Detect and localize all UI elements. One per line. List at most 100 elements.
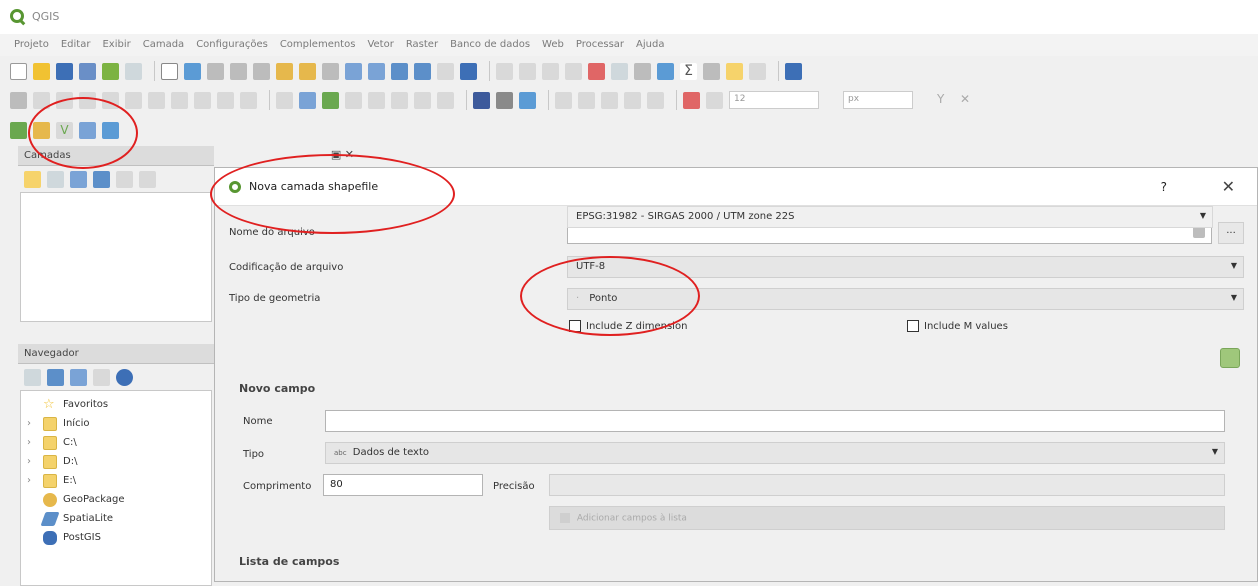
chevron-right-icon[interactable]: › bbox=[27, 475, 43, 486]
filter-icon[interactable]: Y bbox=[937, 91, 954, 109]
font-tool-icon[interactable] bbox=[706, 91, 723, 109]
menu-web[interactable]: Web bbox=[542, 34, 564, 56]
digitize-icon[interactable] bbox=[647, 91, 664, 109]
font-unit-select[interactable]: px bbox=[843, 91, 913, 109]
close-button[interactable]: ✕ bbox=[1222, 177, 1235, 196]
info-icon[interactable] bbox=[116, 368, 133, 386]
field-type-select[interactable]: abc Dados de texto ▼ bbox=[325, 442, 1225, 464]
add-selected-icon[interactable] bbox=[24, 368, 41, 386]
new-geopackage-icon[interactable] bbox=[33, 121, 50, 139]
field-name-input[interactable] bbox=[325, 410, 1225, 432]
label-move-icon[interactable] bbox=[345, 91, 362, 109]
save-as-icon[interactable] bbox=[79, 62, 96, 80]
label-change-icon[interactable] bbox=[391, 91, 408, 109]
browser-item-favoritos[interactable]: ☆ Favoritos bbox=[21, 395, 211, 414]
save-project-icon[interactable] bbox=[56, 62, 73, 80]
field-length-input[interactable]: 80 bbox=[323, 474, 483, 496]
chevron-right-icon[interactable]: › bbox=[27, 418, 43, 429]
deselect-icon[interactable] bbox=[565, 62, 582, 80]
select-value-icon[interactable] bbox=[542, 62, 559, 80]
filter-legend-icon[interactable] bbox=[93, 170, 110, 188]
close-icon[interactable]: ✕ bbox=[960, 91, 977, 109]
diagram-move-icon[interactable] bbox=[414, 91, 431, 109]
paste-features-icon[interactable] bbox=[194, 91, 211, 109]
measure-icon[interactable] bbox=[703, 62, 720, 80]
add-feature-icon[interactable] bbox=[79, 91, 96, 109]
python-console-icon[interactable] bbox=[785, 62, 802, 80]
cut-features-icon[interactable] bbox=[148, 91, 165, 109]
browser-item-postgis[interactable]: PostGIS bbox=[21, 528, 211, 547]
include-z-checkbox[interactable] bbox=[569, 320, 581, 332]
browser-item-geopackage[interactable]: GeoPackage bbox=[21, 490, 211, 509]
style-manager-icon[interactable] bbox=[683, 91, 700, 109]
layout-manager-icon[interactable] bbox=[125, 62, 142, 80]
new-bookmark-icon[interactable] bbox=[391, 62, 408, 80]
sigma-icon[interactable]: Σ bbox=[680, 62, 697, 80]
menu-raster[interactable]: Raster bbox=[406, 34, 438, 56]
menu-projeto[interactable]: Projeto bbox=[14, 34, 49, 56]
field-precision-input[interactable] bbox=[549, 474, 1225, 496]
pan-icon[interactable] bbox=[161, 62, 178, 80]
browse-button[interactable]: ... bbox=[1218, 222, 1244, 244]
refresh-icon[interactable] bbox=[47, 368, 64, 386]
layers-list[interactable] bbox=[20, 192, 212, 322]
select-icon[interactable] bbox=[519, 62, 536, 80]
snap-icon[interactable] bbox=[624, 91, 641, 109]
menu-configuracoes[interactable]: Configurações bbox=[196, 34, 268, 56]
browser-item-e[interactable]: › E:\ bbox=[21, 471, 211, 490]
zoom-next-icon[interactable] bbox=[368, 62, 385, 80]
open-table-icon[interactable] bbox=[588, 62, 605, 80]
crs-select[interactable]: EPSG:31982 - SIRGAS 2000 / UTM zone 22S … bbox=[567, 206, 1213, 228]
add-group-icon[interactable] bbox=[47, 170, 64, 188]
panel-float-close-icon[interactable]: ▣ ✕ bbox=[331, 148, 354, 161]
refresh-icon[interactable] bbox=[437, 62, 454, 80]
label-properties-icon[interactable] bbox=[437, 91, 454, 109]
browser-item-inicio[interactable]: › Início bbox=[21, 414, 211, 433]
help-button[interactable]: ? bbox=[1161, 180, 1167, 194]
current-edits-icon[interactable] bbox=[10, 91, 27, 109]
copy-features-icon[interactable] bbox=[171, 91, 188, 109]
menu-exibir[interactable]: Exibir bbox=[102, 34, 130, 56]
print-layout-icon[interactable] bbox=[102, 62, 119, 80]
menu-banco-de-dados[interactable]: Banco de dados bbox=[450, 34, 530, 56]
pan-to-selection-icon[interactable] bbox=[184, 62, 201, 80]
menu-vetor[interactable]: Vetor bbox=[367, 34, 393, 56]
show-bookmarks-icon[interactable] bbox=[414, 62, 431, 80]
zoom-last-icon[interactable] bbox=[345, 62, 362, 80]
zoom-native-icon[interactable] bbox=[253, 62, 270, 80]
new-project-icon[interactable] bbox=[10, 62, 27, 80]
add-to-fields-list-button[interactable]: Adicionar campos à lista bbox=[549, 506, 1225, 530]
db-manager-icon[interactable] bbox=[519, 91, 536, 109]
menu-ajuda[interactable]: Ajuda bbox=[636, 34, 664, 56]
menu-processar[interactable]: Processar bbox=[576, 34, 624, 56]
expand-all-icon[interactable] bbox=[116, 170, 133, 188]
collapse-browser-icon[interactable] bbox=[93, 368, 110, 386]
toolbox-icon[interactable] bbox=[657, 62, 674, 80]
statistics-icon[interactable] bbox=[634, 62, 651, 80]
identify-icon[interactable] bbox=[496, 62, 513, 80]
undo-icon[interactable] bbox=[217, 91, 234, 109]
field-calc-icon[interactable] bbox=[611, 62, 628, 80]
globe-icon[interactable] bbox=[496, 91, 513, 109]
label-tool-icon[interactable] bbox=[276, 91, 293, 109]
delete-selected-icon[interactable] bbox=[125, 91, 142, 109]
zoom-out-icon[interactable] bbox=[230, 62, 247, 80]
open-styling-icon[interactable] bbox=[24, 170, 41, 188]
chevron-right-icon[interactable]: › bbox=[27, 456, 43, 467]
add-layer-icon[interactable] bbox=[10, 121, 27, 139]
label-show-icon[interactable] bbox=[322, 91, 339, 109]
browser-item-c[interactable]: › C:\ bbox=[21, 433, 211, 452]
include-z-checkbox-row[interactable]: Include Z dimension bbox=[569, 320, 687, 332]
menu-camada[interactable]: Camada bbox=[143, 34, 184, 56]
include-m-checkbox-row[interactable]: Include M values bbox=[907, 320, 1008, 332]
measure-angle-icon[interactable] bbox=[601, 91, 618, 109]
toggle-editing-icon[interactable] bbox=[33, 91, 50, 109]
filter-browser-icon[interactable] bbox=[70, 368, 87, 386]
browser-item-d[interactable]: › D:\ bbox=[21, 452, 211, 471]
new-temporary-icon[interactable] bbox=[102, 121, 119, 139]
menu-complementos[interactable]: Complementos bbox=[280, 34, 356, 56]
measure-area-icon[interactable] bbox=[578, 91, 595, 109]
save-edits-icon[interactable] bbox=[56, 91, 73, 109]
zoom-full-icon[interactable] bbox=[276, 62, 293, 80]
include-m-checkbox[interactable] bbox=[907, 320, 919, 332]
